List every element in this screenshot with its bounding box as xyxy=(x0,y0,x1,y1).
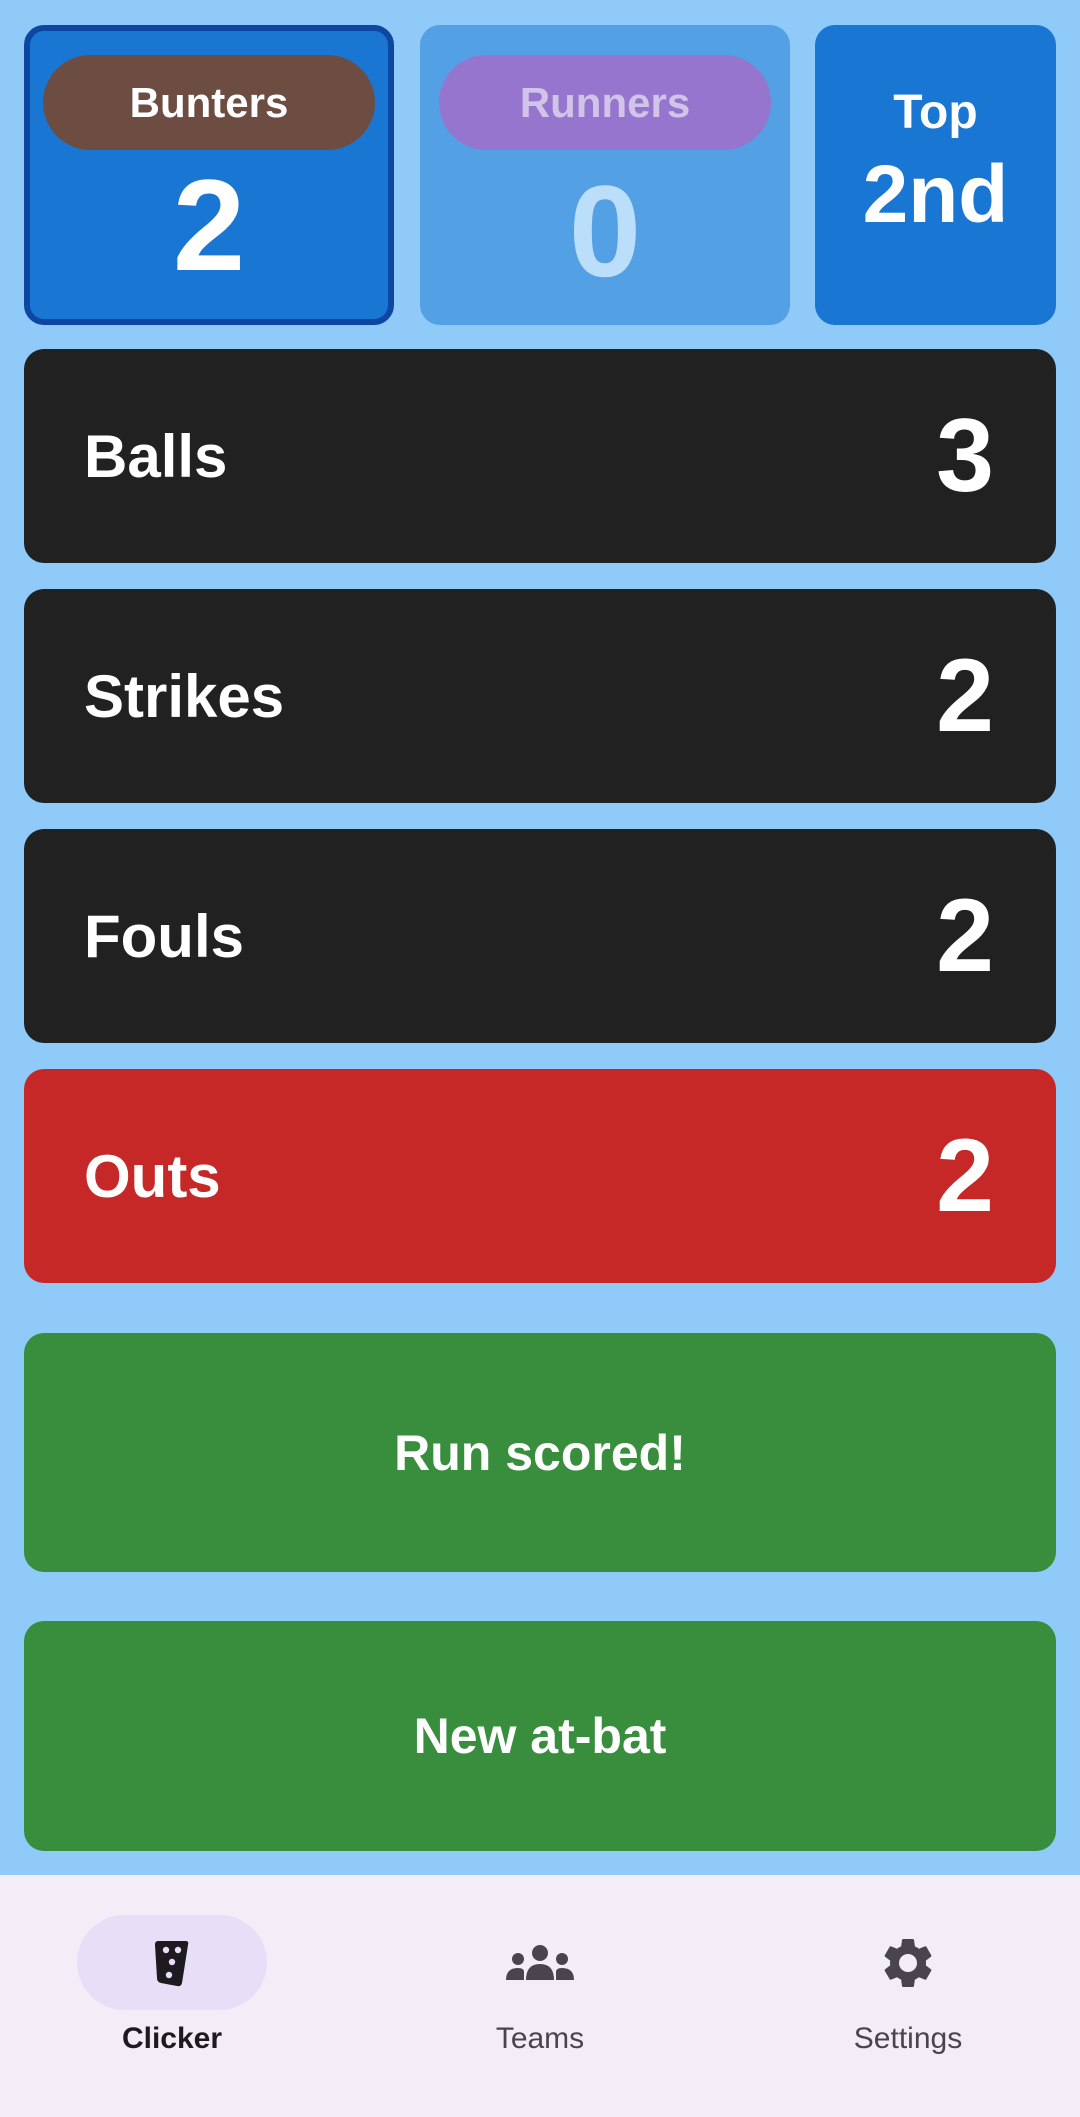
nav-indicator-teams xyxy=(445,1915,635,2010)
away-team-card[interactable]: Runners 0 xyxy=(420,25,790,325)
strikes-value: 2 xyxy=(936,638,994,754)
inning-card[interactable]: Top 2nd xyxy=(815,25,1056,325)
run-scored-button[interactable]: Run scored! xyxy=(24,1333,1056,1572)
nav-label-clicker: Clicker xyxy=(121,2022,223,2055)
fouls-label: Fouls xyxy=(84,902,244,970)
inning-half: Top xyxy=(893,86,978,139)
inning-number: 2nd xyxy=(862,149,1009,240)
balls-counter[interactable]: Balls 3 xyxy=(24,349,1056,563)
outs-label: Outs xyxy=(84,1142,221,1210)
fouls-value: 2 xyxy=(936,878,994,994)
nav-active-indicator xyxy=(77,1915,267,2010)
nav-label-teams: Teams xyxy=(495,2022,585,2055)
balls-value: 3 xyxy=(936,398,994,514)
outs-counter[interactable]: Outs 2 xyxy=(24,1069,1056,1283)
away-team-score: 0 xyxy=(568,158,642,304)
fouls-counter[interactable]: Fouls 2 xyxy=(24,829,1056,1043)
clicker-icon xyxy=(152,1937,192,1989)
new-at-bat-button[interactable]: New at-bat xyxy=(24,1621,1056,1851)
nav-item-teams[interactable]: Teams xyxy=(415,1915,665,2056)
strikes-counter[interactable]: Strikes 2 xyxy=(24,589,1056,803)
away-team-name: Runners xyxy=(439,55,771,150)
gear-icon xyxy=(878,1933,938,1993)
strikes-label: Strikes xyxy=(84,662,285,730)
home-team-card[interactable]: Bunters 2 xyxy=(24,25,394,325)
home-team-name: Bunters xyxy=(43,55,375,150)
home-team-score: 2 xyxy=(172,152,246,298)
nav-item-clicker[interactable]: Clicker xyxy=(47,1915,297,2056)
groups-icon xyxy=(504,1942,576,1984)
balls-label: Balls xyxy=(84,422,228,490)
bottom-navigation: Clicker Teams Settings xyxy=(0,1875,1080,2117)
outs-value: 2 xyxy=(936,1118,994,1234)
nav-indicator-settings xyxy=(813,1915,1003,2010)
nav-item-settings[interactable]: Settings xyxy=(783,1915,1033,2056)
nav-label-settings: Settings xyxy=(853,2022,963,2055)
